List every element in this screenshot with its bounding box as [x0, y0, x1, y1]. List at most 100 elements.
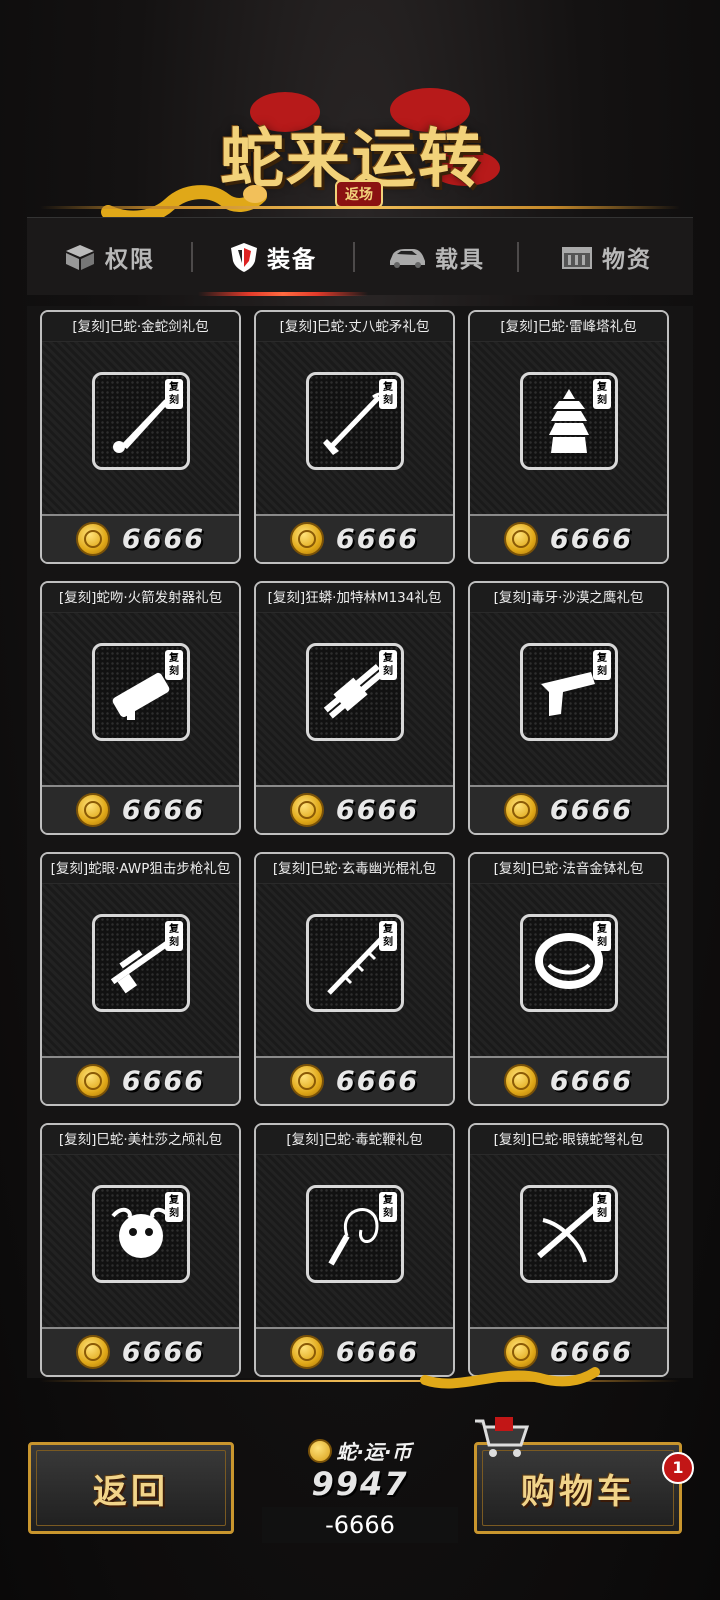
snake-coin-icon — [289, 793, 324, 827]
item-image-frame: 复刻 — [306, 372, 404, 470]
event-banner: 蛇来运转 返场 — [0, 80, 720, 222]
tab-vehicles[interactable]: 载具 — [355, 218, 517, 296]
item-title: [复刻]毒牙·沙漠之鹰礼包 — [470, 583, 667, 613]
price-bar: 6666 — [42, 785, 239, 833]
snake-coin-icon — [308, 1438, 333, 1463]
item-card[interactable]: [复刻]狂蟒·加特林M134礼包 复刻 6666 — [254, 581, 455, 835]
item-card[interactable]: [复刻]毒牙·沙漠之鹰礼包 复刻 6666 — [468, 581, 669, 835]
item-body: 复刻 — [470, 342, 667, 514]
item-image-frame: 复刻 — [520, 914, 618, 1012]
reissue-tag: 复刻 — [593, 1192, 611, 1222]
item-image-frame: 复刻 — [92, 1185, 190, 1283]
currency-balance: 9947 — [311, 1465, 409, 1503]
item-price: 6666 — [335, 523, 420, 555]
item-image-frame: 复刻 — [92, 643, 190, 741]
price-bar: 6666 — [42, 1056, 239, 1104]
price-bar: 6666 — [470, 785, 667, 833]
reissue-tag: 复刻 — [165, 650, 183, 680]
pending-cost: -6666 — [262, 1507, 458, 1543]
reissue-tag: 复刻 — [379, 379, 397, 409]
currency-name: 蛇·运·币 — [336, 1440, 412, 1464]
back-button[interactable]: 返回 — [28, 1442, 234, 1534]
snake-coin-icon — [503, 1064, 538, 1098]
item-price: 6666 — [121, 1336, 206, 1368]
snake-coin-icon — [75, 522, 110, 556]
item-title: [复刻]巳蛇·丈八蛇矛礼包 — [256, 312, 453, 342]
shield-icon — [231, 243, 257, 272]
item-title: [复刻]蛇眼·AWP狙击步枪礼包 — [42, 854, 239, 884]
reissue-tag: 复刻 — [379, 921, 397, 951]
item-price: 6666 — [549, 794, 634, 826]
item-title: [复刻]巳蛇·玄毒幽光棍礼包 — [256, 854, 453, 884]
cart-button-label: 购物车 — [521, 1471, 635, 1512]
price-bar: 6666 — [256, 785, 453, 833]
tab-label: 物资 — [602, 247, 652, 273]
price-bar: 6666 — [470, 1056, 667, 1104]
tab-label: 装备 — [267, 247, 317, 273]
item-card[interactable]: [复刻]巳蛇·玄毒幽光棍礼包复刻 6666 — [254, 852, 455, 1106]
item-title: [复刻]巳蛇·法音金钵礼包 — [470, 854, 667, 884]
tab-equipment[interactable]: 装备 — [193, 218, 353, 296]
gold-divider — [40, 206, 680, 209]
item-card[interactable]: [复刻]蛇眼·AWP狙击步枪礼包复刻 6666 — [40, 852, 241, 1106]
item-price: 6666 — [121, 523, 206, 555]
cart-button[interactable]: 购物车 — [474, 1417, 682, 1534]
snake-coin-icon — [75, 1064, 110, 1098]
item-price: 6666 — [549, 1065, 634, 1097]
crate-icon — [562, 247, 592, 269]
item-image-frame: 复刻 — [92, 372, 190, 470]
box-icon — [66, 245, 94, 270]
tab-label: 载具 — [435, 247, 485, 273]
item-title: [复刻]蛇吻·火箭发射器礼包 — [42, 583, 239, 613]
reissue-tag: 复刻 — [379, 1192, 397, 1222]
item-price: 6666 — [335, 1336, 420, 1368]
shopping-cart-icon — [475, 1417, 530, 1457]
item-card[interactable]: [复刻]巳蛇·雷峰塔礼包 复刻 6666 — [468, 310, 669, 564]
item-body: 复刻 — [256, 884, 453, 1056]
item-card[interactable]: [复刻]巳蛇·眼镜蛇弩礼包 复刻 6666 — [468, 1123, 669, 1377]
snake-coin-icon — [503, 793, 538, 827]
item-body: 复刻 — [256, 342, 453, 514]
item-image-frame: 复刻 — [520, 1185, 618, 1283]
item-body: 复刻 — [42, 342, 239, 514]
item-price: 6666 — [335, 794, 420, 826]
item-card[interactable]: [复刻]巳蛇·毒蛇鞭礼包复刻 6666 — [254, 1123, 455, 1377]
reissue-tag: 复刻 — [165, 921, 183, 951]
category-tabs: 权限 装备 载具 物资 — [27, 217, 693, 295]
item-title: [复刻]巳蛇·毒蛇鞭礼包 — [256, 1125, 453, 1155]
item-body: 复刻 — [470, 1155, 667, 1327]
snake-coin-icon — [75, 1335, 110, 1369]
back-button-label: 返回 — [93, 1471, 169, 1512]
price-bar: 6666 — [256, 1056, 453, 1104]
item-body: 复刻 — [470, 884, 667, 1056]
item-card[interactable]: [复刻]蛇吻·火箭发射器礼包复刻 6666 — [40, 581, 241, 835]
item-body: 复刻 — [42, 613, 239, 785]
item-card[interactable]: [复刻]巳蛇·丈八蛇矛礼包复刻 6666 — [254, 310, 455, 564]
item-title: [复刻]巳蛇·眼镜蛇弩礼包 — [470, 1125, 667, 1155]
tab-permissions[interactable]: 权限 — [27, 218, 191, 296]
item-body: 复刻 — [42, 1155, 239, 1327]
tab-supplies[interactable]: 物资 — [519, 218, 693, 296]
item-image-frame: 复刻 — [306, 1185, 404, 1283]
golden-snake-icon — [101, 185, 267, 222]
item-body: 复刻 — [256, 1155, 453, 1327]
item-card[interactable]: [复刻]巳蛇·法音金钵礼包复刻 6666 — [468, 852, 669, 1106]
item-image-frame: 复刻 — [306, 643, 404, 741]
price-bar: 6666 — [256, 514, 453, 562]
snake-coin-icon — [503, 522, 538, 556]
item-title: [复刻]巳蛇·美杜莎之颅礼包 — [42, 1125, 239, 1155]
item-grid: [复刻]巳蛇·金蛇剑礼包 复刻 6666 [复刻]巳蛇·丈八蛇矛礼包 复刻 6666 [复刻… — [27, 306, 693, 1378]
price-bar: 6666 — [42, 1327, 239, 1375]
cart-count-badge: 1 — [662, 1452, 694, 1484]
currency-wallet: 蛇·运·币 9947 -6666 — [262, 1436, 458, 1546]
golden-snake-icon — [420, 1367, 600, 1389]
item-card[interactable]: [复刻]巳蛇·美杜莎之颅礼包复刻 6666 — [40, 1123, 241, 1377]
snake-coin-icon — [289, 522, 324, 556]
item-price: 6666 — [121, 1065, 206, 1097]
snake-coin-icon — [75, 793, 110, 827]
item-card[interactable]: [复刻]巳蛇·金蛇剑礼包 复刻 6666 — [40, 310, 241, 564]
item-body: 复刻 — [256, 613, 453, 785]
item-image-frame: 复刻 — [520, 372, 618, 470]
tab-label: 权限 — [105, 247, 155, 273]
item-image-frame: 复刻 — [306, 914, 404, 1012]
